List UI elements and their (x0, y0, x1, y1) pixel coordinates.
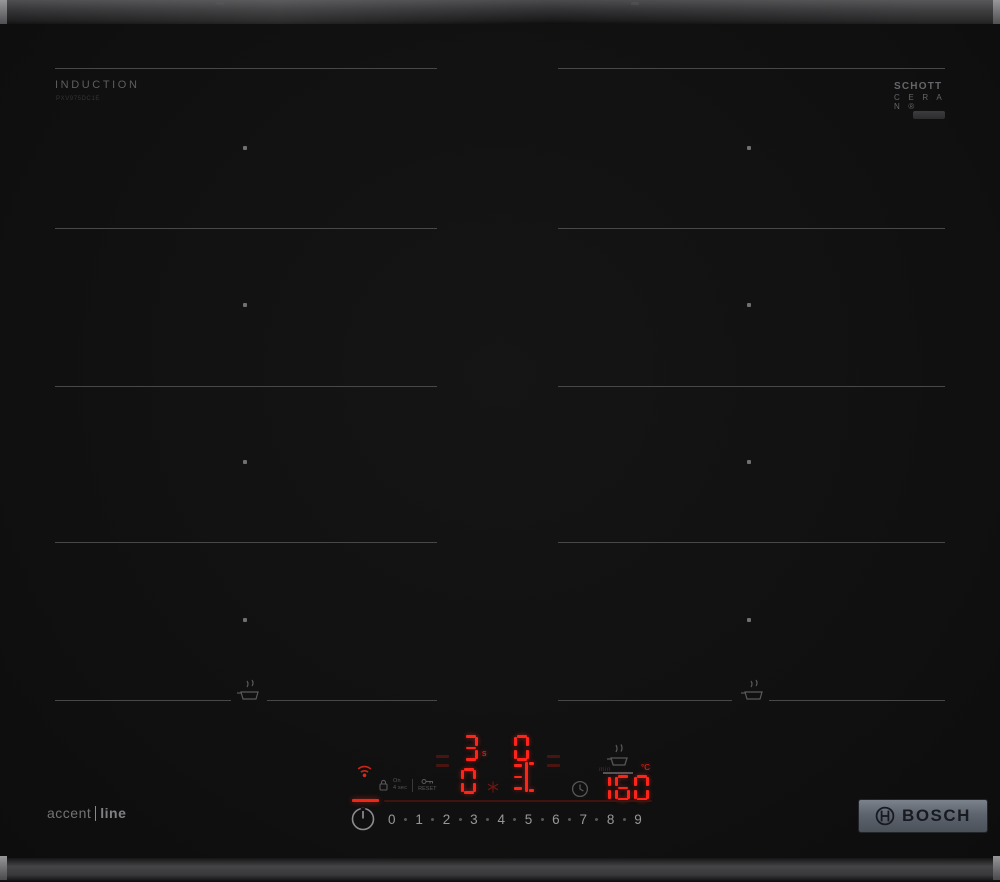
bosch-wordmark: BOSCH (902, 806, 971, 826)
zone-line (558, 68, 945, 69)
bezel-corner-bottom-right (993, 856, 1000, 880)
reset-key[interactable]: RESET (418, 778, 436, 792)
lock-hint-line1: On (393, 778, 407, 785)
power-level-8[interactable]: 8 (607, 812, 615, 827)
home-connect-wifi-icon[interactable] (356, 763, 373, 778)
accent-word: accent (47, 805, 91, 821)
temp-unit-label: °C (641, 763, 650, 772)
schott-word: SCHOTT (894, 81, 954, 93)
zone-line (558, 542, 945, 543)
timer-unit: s (482, 748, 487, 758)
power-level-2[interactable]: 2 (443, 812, 451, 827)
minute-label: min (599, 766, 611, 773)
zone-top-level-display[interactable] (514, 735, 533, 761)
ceran-word: C E R A N ® (894, 93, 954, 111)
zone-marker-dot (747, 303, 751, 307)
zone-line (769, 700, 945, 701)
level-dot (623, 818, 626, 821)
power-level-7[interactable]: 7 (580, 812, 588, 827)
accent-line-divider (95, 806, 96, 821)
induction-cooktop: INDUCTION PXV975DC1E SCHOTT C E R A N ® … (0, 0, 1000, 882)
slider-active-segment[interactable] (352, 799, 379, 802)
schott-ceran-logo: SCHOTT C E R A N ® (894, 81, 954, 111)
flex-zone-icon[interactable] (514, 761, 535, 793)
level-dot (513, 818, 516, 821)
zone-bottom-level-display[interactable] (461, 768, 480, 794)
child-lock-icon (379, 779, 388, 791)
bosch-logo-icon (875, 806, 895, 826)
bezel-reflection (631, 2, 639, 5)
bezel-corner-bottom-left (0, 856, 7, 880)
power-level-4[interactable]: 4 (497, 812, 505, 827)
level-dot (486, 818, 489, 821)
level-dot (568, 818, 571, 821)
model-text: PXV975DC1E (56, 96, 100, 102)
zone-line (55, 386, 437, 387)
slider-track[interactable] (384, 800, 652, 802)
lock-reset-keys[interactable]: On 4 sec RESET (379, 778, 437, 792)
level-dot (431, 818, 434, 821)
lock-hint: On 4 sec (393, 778, 407, 792)
power-level-0[interactable]: 0 (388, 812, 396, 827)
line-word: line (100, 805, 126, 821)
zone-marker-dot (243, 618, 247, 622)
temperature-display[interactable] (596, 775, 653, 801)
zone-select-indicator (436, 755, 449, 773)
bezel-reflection (216, 2, 224, 5)
timer-display[interactable] (463, 735, 482, 761)
accent-line-logo: accent line (47, 805, 126, 821)
zone-line (558, 228, 945, 229)
zone-pan-icon (233, 679, 265, 703)
zone-select-indicator (547, 755, 560, 773)
zone-line (558, 700, 732, 701)
level-dot (541, 818, 544, 821)
level-dot (595, 818, 598, 821)
pause-star-icon[interactable] (487, 781, 499, 793)
zone-line (55, 68, 437, 69)
zone-line (55, 542, 437, 543)
bosch-badge: BOSCH (858, 799, 988, 833)
zone-line (558, 386, 945, 387)
reset-label: RESET (418, 786, 436, 792)
zone-marker-dot (747, 618, 751, 622)
ceran-badge (913, 111, 945, 119)
zone-line (267, 700, 437, 701)
lock-hint-line2: 4 sec (393, 785, 407, 792)
zone-line (55, 700, 231, 701)
power-level-3[interactable]: 3 (470, 812, 478, 827)
bottom-bezel (0, 858, 1000, 882)
bezel-corner-left (0, 0, 7, 26)
power-level-1[interactable]: 1 (415, 812, 423, 827)
power-level-9[interactable]: 9 (634, 812, 642, 827)
bezel-corner-right (993, 0, 1000, 26)
top-bezel (0, 0, 1000, 24)
zone-line (55, 228, 437, 229)
reset-key-icon (421, 778, 434, 785)
zone-marker-dot (243, 146, 247, 150)
level-dot (404, 818, 407, 821)
power-level-6[interactable]: 6 (552, 812, 560, 827)
power-level-row: 0 1 2 3 4 5 6 7 8 9 (388, 808, 642, 830)
legend-divider (412, 779, 413, 792)
zone-pan-icon (737, 679, 769, 703)
zone-marker-dot (747, 146, 751, 150)
glass-surface (0, 24, 1000, 858)
timer-clock-icon[interactable] (571, 780, 589, 798)
power-button[interactable] (350, 806, 376, 832)
induction-label: INDUCTION (55, 79, 140, 91)
zone-marker-dot (243, 303, 247, 307)
zone-marker-dot (747, 460, 751, 464)
zone-marker-dot (243, 460, 247, 464)
power-level-5[interactable]: 5 (525, 812, 533, 827)
level-dot (459, 818, 462, 821)
